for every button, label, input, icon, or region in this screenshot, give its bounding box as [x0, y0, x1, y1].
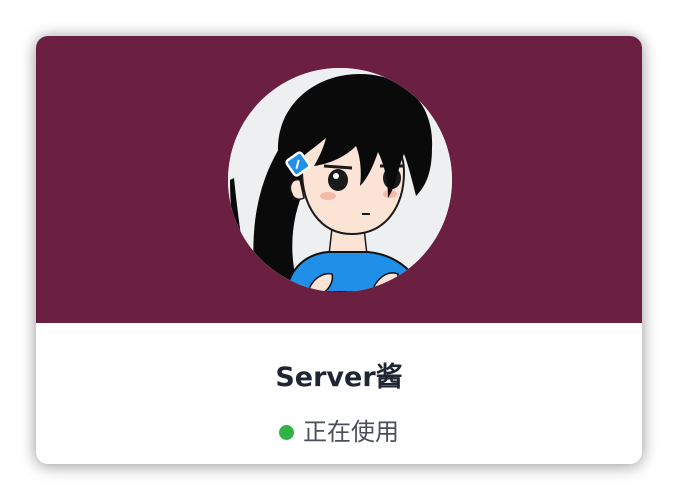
avatar [228, 68, 452, 292]
page: Server酱 正在使用 [0, 0, 678, 500]
profile-card: Server酱 正在使用 [36, 36, 642, 464]
status-text: 正在使用 [303, 418, 399, 446]
profile-name: Server酱 [275, 362, 403, 393]
status-row: 正在使用 [36, 416, 642, 448]
online-dot-icon [279, 424, 294, 440]
